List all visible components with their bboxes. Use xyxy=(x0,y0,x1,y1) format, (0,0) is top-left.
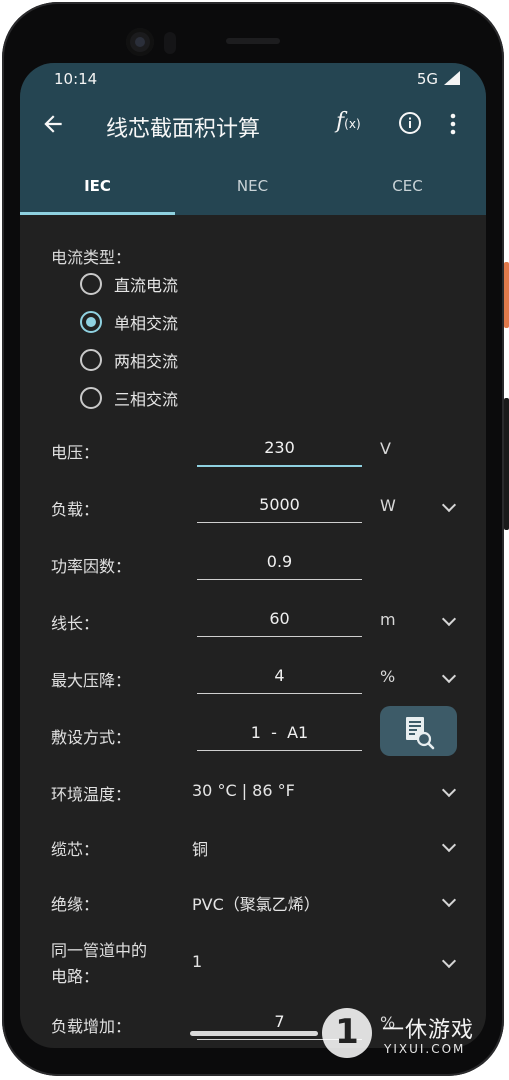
length-label: 线长： xyxy=(51,614,100,633)
radio-label: 三相交流 xyxy=(114,390,179,409)
document-search-icon xyxy=(406,717,435,750)
gesture-nav-bar[interactable] xyxy=(190,1031,318,1036)
info-icon[interactable] xyxy=(398,111,422,135)
tab-cec[interactable]: CEC xyxy=(330,157,485,215)
power-button xyxy=(504,262,509,328)
voltage-label: 电压： xyxy=(51,443,100,462)
core-value[interactable]: 铜 xyxy=(192,836,208,860)
standard-tabs: IEC NEC CEC xyxy=(20,157,486,215)
load-row: 负载： 5000 W xyxy=(20,488,486,528)
insulation-label: 绝缘： xyxy=(51,895,100,914)
fx-label: f xyxy=(336,109,345,134)
max-drop-row: 最大压降： 4 % xyxy=(20,659,486,699)
chevron-down-icon[interactable] xyxy=(441,892,457,908)
radio-dc[interactable]: 直流电流 xyxy=(80,270,178,298)
watermark-text: 一休游戏 xyxy=(382,1018,475,1043)
status-time: 10:14 xyxy=(54,70,98,88)
back-arrow-icon[interactable] xyxy=(40,111,66,137)
insulation-row[interactable]: 绝缘： PVC（聚氯乙烯） xyxy=(20,883,486,923)
insulation-value[interactable]: PVC（聚氯乙烯） xyxy=(192,891,320,915)
core-label: 缆芯： xyxy=(51,840,100,859)
status-bar: 10:14 5G xyxy=(20,63,486,93)
circuits-row[interactable]: 同一管道中的 电路： 1 xyxy=(20,931,486,991)
app-screen: 10:14 5G 线芯截面积计算 f(x) IEC NEC CEC 电流类型： … xyxy=(20,63,486,1048)
install-method-row: 敷设方式： 1 - A1 xyxy=(20,706,486,756)
core-row[interactable]: 缆芯： 铜 xyxy=(20,828,486,868)
max-drop-unit[interactable]: % xyxy=(380,667,395,686)
current-type-label: 电流类型： xyxy=(51,248,132,267)
function-icon[interactable]: f(x) xyxy=(336,109,361,134)
ambient-temp-value[interactable]: 30 °C | 86 °F xyxy=(192,781,295,800)
length-row: 线长： 60 m xyxy=(20,602,486,642)
circuits-label-line1: 同一管道中的 xyxy=(51,941,148,960)
radio-label: 单相交流 xyxy=(114,314,179,333)
network-label: 5G xyxy=(416,70,438,88)
install-method-input[interactable]: 1 - A1 xyxy=(197,716,362,751)
radio-three-phase[interactable]: 三相交流 xyxy=(80,384,178,412)
ambient-temp-row[interactable]: 环境温度： 30 °C | 86 °F xyxy=(20,773,486,813)
chevron-down-icon[interactable] xyxy=(441,668,457,684)
length-input[interactable]: 60 xyxy=(197,602,362,637)
max-drop-label: 最大压降： xyxy=(51,671,132,690)
tab-nec[interactable]: NEC xyxy=(175,157,330,215)
tab-iec[interactable]: IEC xyxy=(20,157,175,215)
front-camera xyxy=(126,28,154,56)
more-vert-icon[interactable] xyxy=(450,113,456,135)
watermark-badge-text: 1 xyxy=(335,1012,359,1052)
page-title: 线芯截面积计算 xyxy=(106,117,261,142)
chevron-down-icon[interactable] xyxy=(441,611,457,627)
circuits-value[interactable]: 1 xyxy=(192,952,202,971)
sensor xyxy=(164,32,176,54)
lookup-button[interactable] xyxy=(380,706,457,756)
circuits-label-line2: 电路： xyxy=(51,967,100,986)
voltage-input[interactable]: 230 xyxy=(197,431,362,467)
radio-two-phase[interactable]: 两相交流 xyxy=(80,346,178,374)
radio-label: 直流电流 xyxy=(114,276,179,295)
watermark-url: YIXUI.COM xyxy=(384,1042,466,1056)
radio-button-checked[interactable] xyxy=(80,311,102,333)
chevron-down-icon[interactable] xyxy=(441,497,457,513)
radio-button[interactable] xyxy=(80,349,102,371)
chevron-down-icon[interactable] xyxy=(441,837,457,853)
app-bar: 线芯截面积计算 f(x) xyxy=(20,93,486,157)
fx-sub-label: (x) xyxy=(344,117,361,131)
voltage-unit: V xyxy=(380,439,391,458)
signal-icon xyxy=(444,71,460,85)
voltage-row: 电压： 230 V xyxy=(20,431,486,471)
radio-button[interactable] xyxy=(80,273,102,295)
radio-single-phase[interactable]: 单相交流 xyxy=(80,308,178,336)
load-increase-label: 负载增加： xyxy=(51,1017,132,1036)
power-factor-label: 功率因数： xyxy=(51,557,132,576)
chevron-down-icon[interactable] xyxy=(441,953,457,969)
max-drop-input[interactable]: 4 xyxy=(197,659,362,694)
form-content: 电流类型： 直流电流 单相交流 两相交流 三相交流 电压： 230 V 负载： … xyxy=(20,215,486,1048)
load-label: 负载： xyxy=(51,500,100,519)
volume-button xyxy=(504,398,509,530)
radio-button[interactable] xyxy=(80,387,102,409)
load-input[interactable]: 5000 xyxy=(197,488,362,523)
power-factor-input[interactable]: 0.9 xyxy=(197,545,362,580)
watermark-logo: 1 xyxy=(322,1008,372,1058)
load-unit[interactable]: W xyxy=(380,496,396,515)
install-method-label: 敷设方式： xyxy=(51,728,132,747)
ambient-temp-label: 环境温度： xyxy=(51,785,132,804)
length-unit[interactable]: m xyxy=(380,610,396,629)
chevron-down-icon[interactable] xyxy=(441,782,457,798)
power-factor-row: 功率因数： 0.9 xyxy=(20,545,486,585)
radio-label: 两相交流 xyxy=(114,352,179,371)
earpiece-speaker xyxy=(226,38,280,44)
